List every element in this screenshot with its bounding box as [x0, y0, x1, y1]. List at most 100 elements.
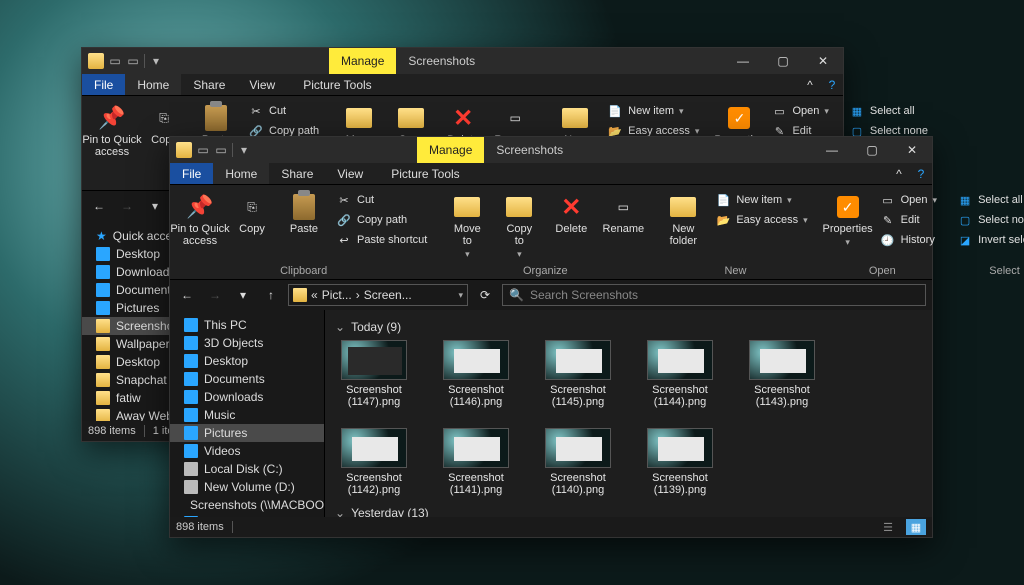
nav-up-button[interactable]: ↑	[260, 284, 282, 306]
file-thumbnail[interactable]: Screenshot (1140).png	[539, 428, 617, 496]
breadcrumb[interactable]: « Pict...› Screen... ▾	[288, 284, 468, 306]
qat-dropdown-icon[interactable]: ▾	[237, 143, 251, 157]
nav-item-pictures[interactable]: Pictures	[170, 424, 324, 442]
content-area[interactable]: ⌄Today (9) Screenshot (1147).png Screensh…	[325, 310, 932, 517]
minimize-button[interactable]: —	[812, 137, 852, 163]
open-button[interactable]: ▭Open▾	[876, 191, 941, 209]
help-icon[interactable]: ?	[910, 163, 932, 184]
qat-new-icon[interactable]: ▭	[214, 143, 228, 157]
qat-props-icon[interactable]: ▭	[108, 54, 122, 68]
nav-item-3d-objects[interactable]: 3D Objects	[170, 334, 324, 352]
ribbon-group-clipboard: Clipboard	[280, 262, 327, 279]
close-button[interactable]: ✕	[892, 137, 932, 163]
new-folder-button[interactable]: New folder	[659, 189, 707, 262]
tab-view[interactable]: View	[237, 74, 287, 95]
status-bar: 898 items ☰ ▦	[170, 517, 932, 537]
group-header-yesterday[interactable]: ⌄Yesterday (13)	[335, 506, 922, 517]
file-thumbnail[interactable]: Screenshot (1144).png	[641, 340, 719, 408]
navigation-pane[interactable]: This PC 3D Objects Desktop Documents Dow…	[170, 310, 325, 517]
group-header-today[interactable]: ⌄Today (9)	[335, 320, 922, 334]
tab-share[interactable]: Share	[181, 74, 237, 95]
nav-item-documents[interactable]: Documents	[170, 370, 324, 388]
titlebar[interactable]: ▭ ▭ ▾ Manage Screenshots — ▢ ✕	[82, 48, 843, 74]
nav-item-local-disk-c[interactable]: Local Disk (C:)	[170, 460, 324, 478]
tab-home[interactable]: Home	[213, 163, 269, 184]
file-name: Screenshot (1139).png	[652, 472, 708, 496]
minimize-button[interactable]: —	[723, 48, 763, 74]
file-thumbnail[interactable]: Screenshot (1145).png	[539, 340, 617, 408]
search-placeholder: Search Screenshots	[530, 288, 638, 302]
file-thumbnail[interactable]: Screenshot (1147).png	[335, 340, 413, 408]
search-input[interactable]: 🔍 Search Screenshots	[502, 284, 926, 306]
tab-picture-tools[interactable]: Picture Tools	[379, 163, 471, 184]
cut-button[interactable]: ✂Cut	[244, 102, 323, 120]
file-thumbnail[interactable]: Screenshot (1141).png	[437, 428, 515, 496]
history-button[interactable]: 🕘History	[876, 231, 941, 249]
paste-shortcut-button[interactable]: ↩Paste shortcut	[332, 231, 431, 249]
refresh-button[interactable]: ⟳	[474, 288, 496, 302]
close-button[interactable]: ✕	[803, 48, 843, 74]
maximize-button[interactable]: ▢	[763, 48, 803, 74]
move-to-button[interactable]: Move to▾	[443, 189, 491, 262]
cut-button[interactable]: ✂Cut	[332, 191, 431, 209]
nav-item-new-volume-d[interactable]: New Volume (D:)	[170, 478, 324, 496]
maximize-button[interactable]: ▢	[852, 137, 892, 163]
file-thumbnail[interactable]: Screenshot (1139).png	[641, 428, 719, 496]
easy-access-button[interactable]: 📂Easy access▾	[711, 211, 811, 229]
titlebar[interactable]: ▭ ▭ ▾ Manage Screenshots — ▢ ✕	[170, 137, 932, 163]
window-title: Screenshots	[396, 48, 487, 74]
help-icon[interactable]: ?	[821, 74, 843, 95]
select-all-button[interactable]: ▦Select all	[845, 102, 932, 120]
file-thumbnail[interactable]: Screenshot (1142).png	[335, 428, 413, 496]
tab-home[interactable]: Home	[125, 74, 181, 95]
delete-button[interactable]: ✕Delete	[547, 189, 595, 262]
select-all-button[interactable]: ▦Select all	[953, 191, 1024, 209]
contextual-tab-manage[interactable]: Manage	[417, 137, 484, 163]
tab-picture-tools[interactable]: Picture Tools	[291, 74, 383, 95]
nav-item-desktop[interactable]: Desktop	[170, 352, 324, 370]
file-thumbnail[interactable]: Screenshot (1143).png	[743, 340, 821, 408]
pin-quick-access-button[interactable]: 📌Pin to Quick access	[88, 100, 136, 190]
nav-recent-button[interactable]: ▾	[232, 284, 254, 306]
nav-item-this-pc[interactable]: This PC	[170, 316, 324, 334]
invert-selection-button[interactable]: ◪Invert selection	[953, 231, 1024, 249]
qat-new-icon[interactable]: ▭	[126, 54, 140, 68]
nav-item-screenshots-network[interactable]: Screenshots (\\MACBOOK	[170, 496, 324, 514]
folder-icon	[88, 53, 104, 69]
nav-item-videos[interactable]: Videos	[170, 442, 324, 460]
contextual-tab-manage[interactable]: Manage	[329, 48, 396, 74]
edit-button[interactable]: ✎Edit	[876, 211, 941, 229]
collapse-ribbon-icon[interactable]: ^	[888, 163, 910, 184]
tab-file[interactable]: File	[82, 74, 125, 95]
open-button[interactable]: ▭Open▾	[767, 102, 832, 120]
new-item-button[interactable]: 📄New item▾	[711, 191, 811, 209]
copy-path-button[interactable]: 🔗Copy path	[332, 211, 431, 229]
nav-back-button[interactable]: ←	[88, 195, 110, 217]
copy-to-button[interactable]: Copy to▾	[495, 189, 543, 262]
nav-item-music[interactable]: Music	[170, 406, 324, 424]
nav-forward-button[interactable]: →	[204, 284, 226, 306]
new-item-button[interactable]: 📄New item▾	[603, 102, 703, 120]
nav-forward-button[interactable]: →	[116, 195, 138, 217]
file-thumbnail[interactable]: Screenshot (1146).png	[437, 340, 515, 408]
collapse-ribbon-icon[interactable]: ^	[799, 74, 821, 95]
qat-dropdown-icon[interactable]: ▾	[149, 54, 163, 68]
ribbon-group-select: Select	[989, 262, 1020, 279]
pin-quick-access-button[interactable]: 📌Pin to Quick access	[176, 189, 224, 262]
rename-button[interactable]: ▭Rename	[599, 189, 647, 262]
properties-button[interactable]: Properties▾	[824, 189, 872, 262]
nav-back-button[interactable]: ←	[176, 284, 198, 306]
nav-item-downloads[interactable]: Downloads	[170, 388, 324, 406]
ribbon-group-organize: Organize	[523, 262, 568, 279]
view-thumbnails-button[interactable]: ▦	[906, 519, 926, 535]
address-bar: ← → ▾ ↑ « Pict...› Screen... ▾ ⟳ 🔍 Searc…	[170, 280, 932, 310]
copy-button[interactable]: ⎘Copy	[228, 189, 276, 262]
tab-view[interactable]: View	[325, 163, 375, 184]
select-none-button[interactable]: ▢Select none	[953, 211, 1024, 229]
qat-props-icon[interactable]: ▭	[196, 143, 210, 157]
tab-share[interactable]: Share	[269, 163, 325, 184]
paste-button[interactable]: Paste	[280, 189, 328, 262]
tab-file[interactable]: File	[170, 163, 213, 184]
nav-recent-button[interactable]: ▾	[144, 195, 166, 217]
view-details-button[interactable]: ☰	[878, 519, 898, 535]
